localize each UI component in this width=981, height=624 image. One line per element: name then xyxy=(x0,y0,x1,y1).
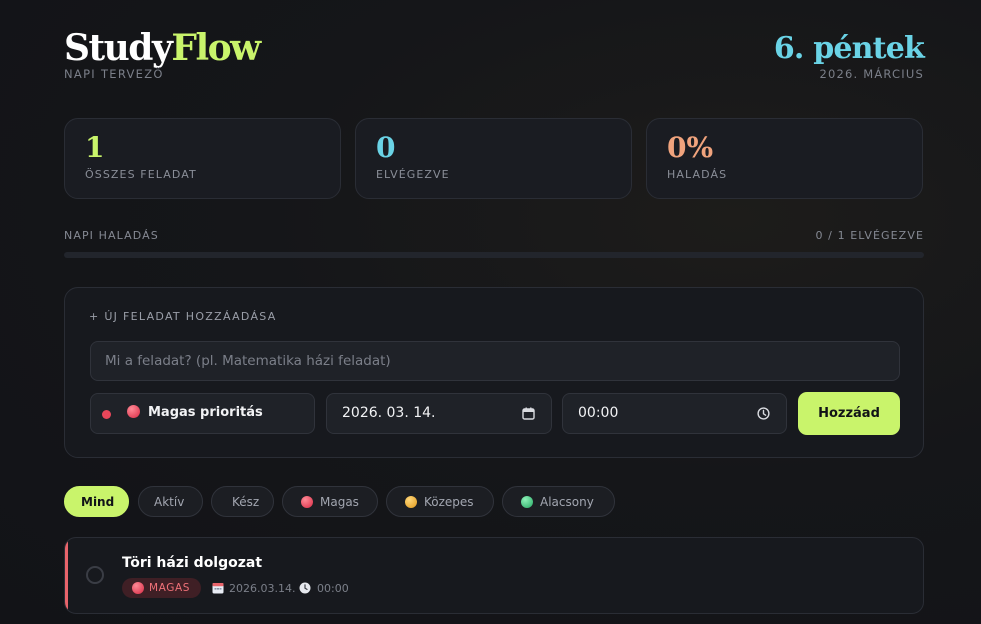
priority-low-icon xyxy=(521,496,533,508)
stat-card-progress: 0% HALADÁS xyxy=(646,118,923,199)
stat-value-total: 1 xyxy=(85,131,105,164)
add-task-button[interactable]: Hozzáad xyxy=(798,392,900,435)
filter-high[interactable]: Magas xyxy=(282,486,378,517)
progress-label: NAPI HALADÁS xyxy=(64,229,159,242)
calendar-icon xyxy=(212,583,224,594)
add-task-card: + ÚJ FELADAT HOZZÁADÁSA Magas prioritás … xyxy=(64,287,924,458)
stat-label-done: ELVÉGEZVE xyxy=(376,168,450,181)
task-priority-badge: MAGAS xyxy=(122,578,201,598)
progress-bar xyxy=(64,252,924,258)
filter-medium[interactable]: Közepes xyxy=(386,486,494,517)
stat-value-done: 0 xyxy=(376,131,396,164)
priority-medium-icon xyxy=(405,496,417,508)
filter-done[interactable]: Kész xyxy=(211,486,274,517)
filter-active[interactable]: Aktív xyxy=(138,486,203,517)
task-checkbox[interactable] xyxy=(86,566,104,584)
task-priority-stripe xyxy=(65,538,68,613)
filter-low[interactable]: Alacsony xyxy=(502,486,615,517)
clock-picker-icon[interactable] xyxy=(757,407,770,420)
priority-high-icon xyxy=(132,582,144,594)
stat-label-total: ÖSSZES FELADAT xyxy=(85,168,197,181)
app-subtitle: NAPI TERVEZŐ xyxy=(64,67,164,81)
progress-count: 0 / 1 ELVÉGEZVE xyxy=(815,229,924,242)
app-logo: StudyFlow xyxy=(64,27,261,69)
stat-card-total: 1 ÖSSZES FELADAT xyxy=(64,118,341,199)
task-item[interactable]: Töri házi dolgozat MAGAS 2026.03.14. 00:… xyxy=(64,537,924,614)
time-input[interactable]: 00:00 xyxy=(562,393,787,434)
time-input-value: 00:00 xyxy=(578,405,619,421)
current-month: 2026. MÁRCIUS xyxy=(819,67,924,81)
calendar-picker-icon[interactable] xyxy=(522,407,535,420)
filter-all-label: Mind xyxy=(81,495,115,509)
task-priority-label: MAGAS xyxy=(149,582,191,594)
task-date: 2026.03.14. xyxy=(229,582,296,595)
priority-select[interactable]: Magas prioritás xyxy=(90,393,315,434)
date-input-value: 2026. 03. 14. xyxy=(342,405,436,421)
filter-high-label: Magas xyxy=(320,495,359,509)
stat-card-done: 0 ELVÉGEZVE xyxy=(355,118,632,199)
filter-all[interactable]: Mind xyxy=(64,486,129,517)
priority-high-icon xyxy=(127,405,140,418)
filter-low-label: Alacsony xyxy=(540,495,594,509)
filter-active-label: Aktív xyxy=(154,495,185,509)
current-date: 6. péntek xyxy=(773,31,925,66)
date-input[interactable]: 2026. 03. 14. xyxy=(326,393,552,434)
stat-value-progress: 0% xyxy=(667,131,714,164)
add-task-title: + ÚJ FELADAT HOZZÁADÁSA xyxy=(89,310,277,323)
priority-select-value: Magas prioritás xyxy=(148,405,263,420)
task-time: 00:00 xyxy=(317,582,349,595)
task-title: Töri házi dolgozat xyxy=(122,555,263,571)
filter-done-label: Kész xyxy=(232,495,260,509)
stat-label-progress: HALADÁS xyxy=(667,168,728,181)
clock-icon xyxy=(299,582,311,594)
app-header: StudyFlow NAPI TERVEZŐ 6. péntek 2026. M… xyxy=(64,27,925,84)
task-title-input[interactable] xyxy=(90,341,900,381)
red-dot-icon xyxy=(102,410,111,419)
priority-high-icon xyxy=(301,496,313,508)
filter-medium-label: Közepes xyxy=(424,495,474,509)
